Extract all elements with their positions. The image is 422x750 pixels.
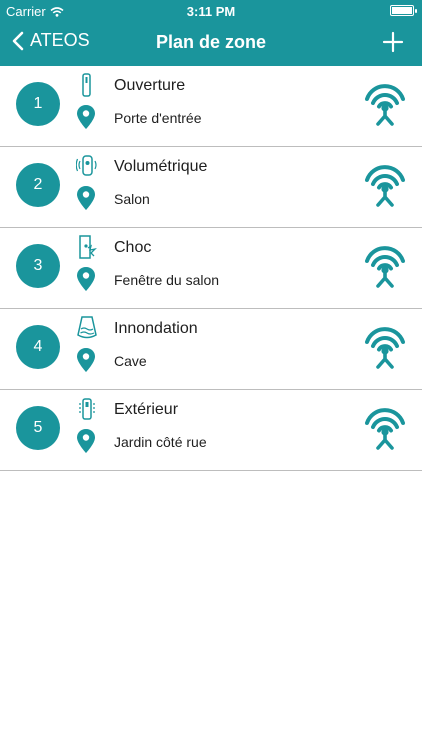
zone-name: Volumétrique [114,158,208,175]
signal-icon[interactable] [364,82,406,126]
zone-row[interactable]: 3 Choc Fenêtre du salon [0,228,422,309]
zone-number-badge: 2 [16,163,60,207]
shock-sensor-icon [79,235,97,259]
zone-row[interactable]: 4 Innondation Cave [0,309,422,390]
status-time: 3:11 PM [186,4,236,19]
zone-location: Jardin côté rue [114,434,207,450]
motion-sensor-icon [76,155,97,176]
plus-icon [382,31,404,53]
page-title: Plan de zone [155,32,267,52]
zone-number-badge: 4 [16,325,60,369]
zone-location: Porte d'entrée [114,110,202,126]
zone-name: Choc [114,239,152,256]
location-pin-icon [77,429,95,453]
zone-location: Cave [114,353,147,369]
zone-name: Extérieur [114,401,179,418]
location-pin-icon [77,186,95,210]
zone-number-badge: 3 [16,244,60,288]
location-pin-icon [77,267,95,291]
zone-number-badge: 5 [16,406,60,450]
top-bar: Carrier 3:11 PM ATEOS Plan de zone [0,0,422,66]
zone-row[interactable]: 1 Ouverture Porte d'entrée [0,66,422,147]
add-zone-button[interactable] [382,31,404,58]
zone-location: Fenêtre du salon [114,272,220,288]
location-pin-icon [77,348,95,372]
zone-name: Ouverture [114,77,186,94]
status-bar: Carrier 3:11 PM [0,0,422,22]
zone-row[interactable]: 2 Volumétrique Salon [0,147,422,228]
outdoor-sensor-icon [79,398,95,420]
zone-name: Innondation [114,320,198,337]
signal-icon[interactable] [364,406,406,450]
flood-sensor-icon [77,316,97,339]
zone-number-badge: 1 [16,82,60,126]
navigation-bar: ATEOS Plan de zone [0,22,422,66]
zone-row[interactable]: 5 Extérieur Jardin côté rue [0,390,422,471]
battery-icon [390,5,417,16]
signal-icon[interactable] [364,163,406,207]
app: Carrier 3:11 PM ATEOS Plan de zone 1 Ouv… [0,0,422,750]
zone-list: 1 Ouverture Porte d'entrée 2 Volumétriqu… [0,66,422,471]
zone-location: Salon [114,191,150,207]
signal-icon[interactable] [364,244,406,288]
door-sensor-icon [82,73,91,97]
location-pin-icon [77,105,95,129]
signal-icon[interactable] [364,325,406,369]
